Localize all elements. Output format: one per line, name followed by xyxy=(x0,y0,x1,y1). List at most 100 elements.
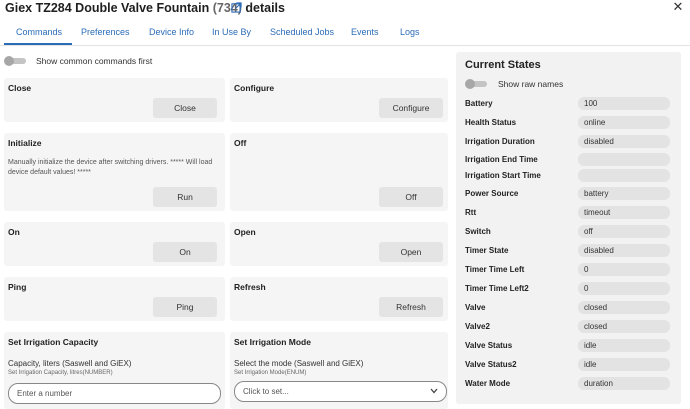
state-value: 100 xyxy=(578,97,670,110)
state-value: off xyxy=(578,225,670,238)
state-name: Timer State xyxy=(465,246,509,255)
page-header: Giex TZ284 Double Valve Fountain (734) d… xyxy=(0,0,690,18)
command-title: Refresh xyxy=(234,282,266,292)
state-value: timeout xyxy=(578,206,670,219)
select-value: Click to set... xyxy=(243,387,289,396)
state-name: Valve xyxy=(465,303,486,312)
capacity-number-input[interactable]: Enter a number xyxy=(8,383,221,404)
on-button[interactable]: On xyxy=(153,242,217,262)
command-card-close: Close Close xyxy=(4,78,225,122)
state-name: Irrigation Duration xyxy=(465,137,535,146)
state-row: Timer Time Left2 0 xyxy=(465,282,671,295)
chevron-down-icon xyxy=(430,388,438,394)
state-row: Valve2 closed xyxy=(465,320,671,333)
command-title: Set Irrigation Mode xyxy=(234,337,311,347)
page-title: Giex TZ284 Double Valve Fountain (734) d… xyxy=(5,1,285,15)
irrigation-mode-select[interactable]: Click to set... xyxy=(234,381,447,402)
state-name: Power Source xyxy=(465,189,519,198)
external-link-icon[interactable] xyxy=(231,2,242,13)
state-row: Water Mode duration xyxy=(465,377,671,390)
current-states-title: Current States xyxy=(465,59,541,71)
command-title: Configure xyxy=(234,83,275,93)
tab-preferences[interactable]: Preferences xyxy=(81,27,130,37)
tab-scheduled-jobs[interactable]: Scheduled Jobs xyxy=(270,27,334,37)
state-row: Irrigation Start Time xyxy=(465,169,671,182)
command-card-irrigation-capacity: Set Irrigation Capacity Capacity, liters… xyxy=(4,332,225,409)
command-description: Manually initialize the device after swi… xyxy=(8,159,213,176)
state-row: Timer State disabled xyxy=(465,244,671,257)
state-value: closed xyxy=(578,301,670,314)
common-commands-label: Show common commands first xyxy=(36,56,153,66)
state-value xyxy=(578,169,670,182)
state-name: Rtt xyxy=(465,208,477,217)
command-title: Initialize xyxy=(8,138,42,148)
command-title: Ping xyxy=(8,282,27,292)
tab-in-use-by[interactable]: In Use By xyxy=(212,27,251,37)
state-row: Irrigation Duration disabled xyxy=(465,135,671,148)
state-name: Health Status xyxy=(465,118,517,127)
state-value: battery xyxy=(578,187,670,200)
tab-logs[interactable]: Logs xyxy=(400,27,420,37)
command-card-initialize: Initialize Manually initialize the devic… xyxy=(4,133,225,211)
details-label: details xyxy=(245,1,285,15)
tab-events[interactable]: Events xyxy=(351,27,379,37)
state-name: Valve2 xyxy=(465,322,490,331)
ping-button[interactable]: Ping xyxy=(153,297,217,317)
configure-button[interactable]: Configure xyxy=(379,98,443,118)
tab-commands[interactable]: Commands xyxy=(16,27,62,37)
tab-device-info[interactable]: Device Info xyxy=(149,27,194,37)
state-value: online xyxy=(578,116,670,129)
state-name: Water Mode xyxy=(465,379,511,388)
run-button[interactable]: Run xyxy=(153,187,217,207)
state-value xyxy=(578,153,670,166)
parameter-label: Select the mode (Saswell and GiEX) xyxy=(234,359,364,368)
state-row: Battery 100 xyxy=(465,97,671,110)
state-value: idle xyxy=(578,339,670,352)
state-row: Switch off xyxy=(465,225,671,238)
command-card-refresh: Refresh Refresh xyxy=(230,277,448,321)
active-tab-indicator xyxy=(4,43,72,45)
state-name: Irrigation End Time xyxy=(465,155,538,164)
toggle-knob xyxy=(4,56,14,66)
state-row: Valve closed xyxy=(465,301,671,314)
state-row: Health Status online xyxy=(465,116,671,129)
refresh-button[interactable]: Refresh xyxy=(379,297,443,317)
state-name: Valve Status2 xyxy=(465,360,517,369)
off-button[interactable]: Off xyxy=(379,187,443,207)
command-card-configure: Configure Configure xyxy=(230,78,448,122)
command-title: Off xyxy=(234,138,247,148)
common-commands-toggle[interactable] xyxy=(4,56,26,66)
state-name: Valve Status xyxy=(465,341,513,350)
state-name: Switch xyxy=(465,227,491,236)
device-name: Giex TZ284 Double Valve Fountain xyxy=(5,1,210,15)
state-name: Battery xyxy=(465,99,493,108)
parameter-hint: Set Irrigation Mode(ENUM) xyxy=(234,370,307,376)
state-row: Irrigation End Time xyxy=(465,153,671,166)
command-title: Open xyxy=(234,227,256,237)
state-row: Valve Status2 idle xyxy=(465,358,671,371)
close-button[interactable]: Close xyxy=(153,98,217,118)
command-card-on: On On xyxy=(4,222,225,266)
state-value: 0 xyxy=(578,263,670,276)
raw-names-label: Show raw names xyxy=(498,79,564,89)
state-value: disabled xyxy=(578,244,670,257)
command-card-irrigation-mode: Set Irrigation Mode Select the mode (Sas… xyxy=(230,332,448,409)
state-row: Timer Time Left 0 xyxy=(465,263,671,276)
state-value: duration xyxy=(578,377,670,390)
state-name: Irrigation Start Time xyxy=(465,171,541,180)
command-card-off: Off Off xyxy=(230,133,448,211)
open-button[interactable]: Open xyxy=(379,242,443,262)
current-states-panel: Current States Show raw names Battery 10… xyxy=(456,52,681,404)
state-row: Power Source battery xyxy=(465,187,671,200)
parameter-hint: Set Irrigation Capacity, litres(NUMBER) xyxy=(8,370,113,376)
close-icon[interactable]: ✕ xyxy=(671,0,685,14)
command-title: Set Irrigation Capacity xyxy=(8,337,99,347)
parameter-label: Capacity, liters (Saswell and GiEX) xyxy=(8,359,132,368)
state-row: Rtt timeout xyxy=(465,206,671,219)
state-value: disabled xyxy=(578,135,670,148)
command-card-open: Open Open xyxy=(230,222,448,266)
state-name: Timer Time Left xyxy=(465,265,525,274)
toggle-knob xyxy=(465,79,475,89)
raw-names-toggle[interactable] xyxy=(465,79,487,89)
state-row: Valve Status idle xyxy=(465,339,671,352)
